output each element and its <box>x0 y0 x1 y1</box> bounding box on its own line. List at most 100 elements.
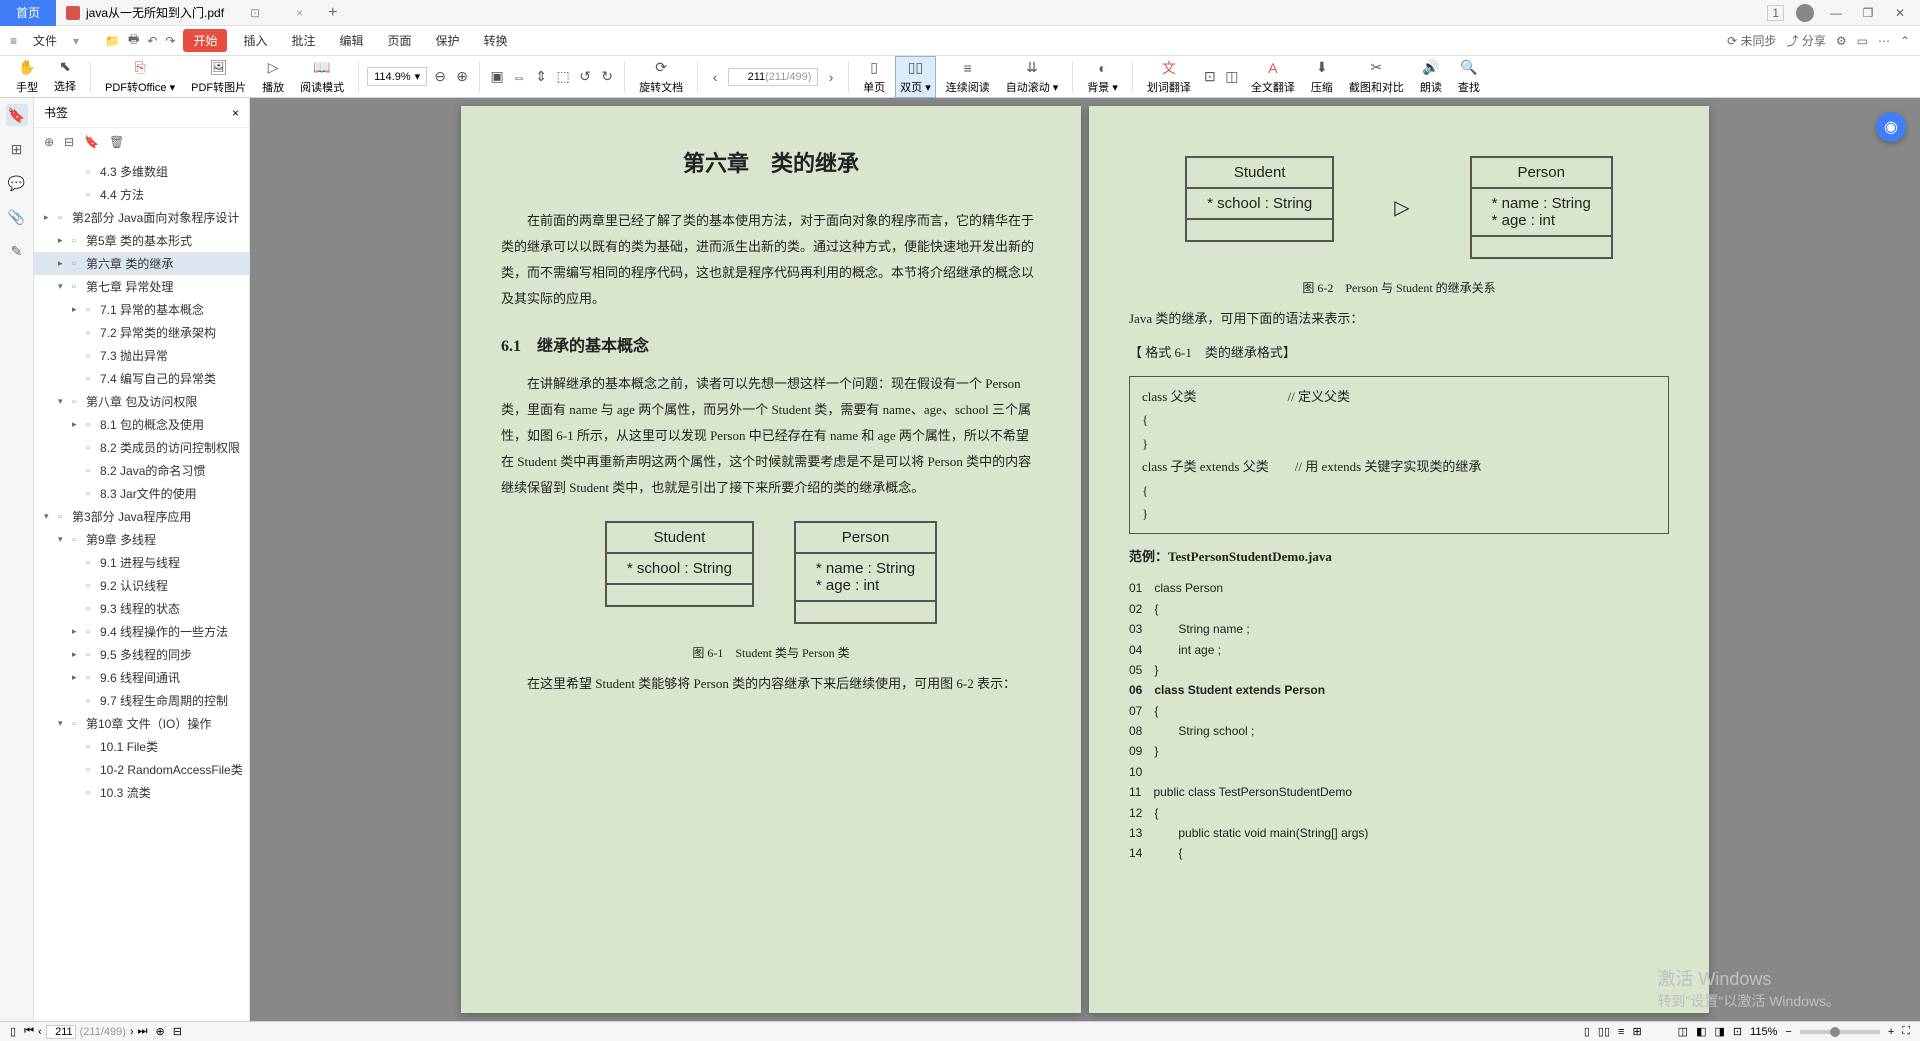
window-icon[interactable]: ▭ <box>1857 34 1868 48</box>
edit-tab[interactable]: 编辑 <box>332 29 372 52</box>
bookmark-item[interactable]: ▸▫9.6 线程间通讯 <box>34 666 249 689</box>
ocr-icon[interactable]: ◫ <box>1223 68 1241 86</box>
bookmark-item[interactable]: ▸▫第5章 类的基本形式 <box>34 229 249 252</box>
user-avatar[interactable] <box>1796 4 1814 22</box>
bookmark-item[interactable]: ▾▫第3部分 Java程序应用 <box>34 505 249 528</box>
document-tab[interactable]: java从一无所知到入门.pdf ⊡ × <box>56 4 313 21</box>
page-tab[interactable]: 页面 <box>380 29 420 52</box>
status-page-input[interactable] <box>46 1025 76 1039</box>
find-button[interactable]: 🔍 查找 <box>1452 59 1486 95</box>
bookmark-item[interactable]: ▸▫9.4 线程操作的一些方法 <box>34 620 249 643</box>
close-panel-icon[interactable]: × <box>232 106 239 120</box>
minimize-button[interactable]: — <box>1826 6 1846 20</box>
convert-tab[interactable]: 转换 <box>476 29 516 52</box>
bookmark-item[interactable]: ▸▫7.1 异常的基本概念 <box>34 298 249 321</box>
review-tab[interactable]: 批注 <box>284 29 324 52</box>
comment-icon[interactable]: 💬 <box>6 172 28 194</box>
bookmark-item[interactable]: ▫8.3 Jar文件的使用 <box>34 482 249 505</box>
status-zoom-value[interactable]: 115% <box>1750 1026 1777 1038</box>
bookmark-item[interactable]: ▫10.1 File类 <box>34 735 249 758</box>
bookmark-item[interactable]: ▸▫9.5 多线程的同步 <box>34 643 249 666</box>
status-view-icon[interactable]: ▯ <box>10 1025 16 1038</box>
dropdown-icon[interactable]: ▾ <box>73 34 79 48</box>
read-aloud-button[interactable]: 🔊 朗读 <box>1414 59 1448 95</box>
status-remove-icon[interactable]: ⊟ <box>173 1025 182 1038</box>
zoom-in-button[interactable]: + <box>1888 1026 1894 1038</box>
bookmark-tree[interactable]: ▫4.3 多维数组▫4.4 方法▸▫第2部分 Java面向对象程序设计▸▫第5章… <box>34 156 249 1021</box>
screenshot-button[interactable]: ✂ 截图和对比 <box>1343 59 1410 95</box>
continuous-button[interactable]: ≡ 连续阅读 <box>940 59 996 95</box>
single-page-button[interactable]: ▯ 单页 <box>857 59 891 95</box>
double-page-button[interactable]: ▯▯ 双页 ▾ <box>895 56 936 98</box>
protect-tab[interactable]: 保护 <box>428 29 468 52</box>
auto-scroll-button[interactable]: ⇊ 自动滚动 ▾ <box>1000 59 1065 95</box>
bookmark-icon[interactable]: 🔖 <box>6 104 28 126</box>
menu-icon[interactable]: ≡ <box>10 34 17 48</box>
insert-tab[interactable]: 插入 <box>235 29 275 52</box>
bookmark-item[interactable]: ▾▫第七章 异常处理 <box>34 275 249 298</box>
bookmark-item[interactable]: ▸▫8.1 包的概念及使用 <box>34 413 249 436</box>
notification-badge[interactable]: 1 <box>1767 5 1784 21</box>
layout-4-icon[interactable]: ⊡ <box>1733 1025 1742 1038</box>
file-menu[interactable]: 文件 <box>25 29 65 52</box>
pdf-to-office-button[interactable]: ⎘ PDF转Office ▾ <box>99 59 181 95</box>
maximize-button[interactable]: ❐ <box>1858 6 1878 20</box>
layout-2-icon[interactable]: ◧ <box>1696 1025 1706 1038</box>
select-tool[interactable]: ⬉ 选择 <box>48 58 82 94</box>
delete-bookmark-icon[interactable]: 🗑 <box>109 135 124 149</box>
next-page-button[interactable]: › <box>822 68 840 86</box>
layout-3-icon[interactable]: ◨ <box>1714 1025 1724 1038</box>
status-add-icon[interactable]: ⊕ <box>156 1025 165 1038</box>
rotate-left-icon[interactable]: ↺ <box>576 68 594 86</box>
tab-pin-icon[interactable]: ⊡ <box>250 6 260 20</box>
bookmark-item[interactable]: ▫9.3 线程的状态 <box>34 597 249 620</box>
bookmark-item[interactable]: ▫7.4 编写自己的异常类 <box>34 367 249 390</box>
full-translate-button[interactable]: A 全文翻译 <box>1245 59 1301 95</box>
close-tab-icon[interactable]: × <box>296 6 303 20</box>
read-mode-button[interactable]: 📖 阅读模式 <box>294 59 350 95</box>
open-icon[interactable]: 📁 <box>105 34 120 48</box>
zoom-out-button[interactable]: − <box>1785 1026 1791 1038</box>
last-page-button[interactable]: ⏭ <box>138 1025 148 1038</box>
bookmark-item[interactable]: ▫9.2 认识线程 <box>34 574 249 597</box>
bookmark-item[interactable]: ▫10.3 流类 <box>34 781 249 804</box>
bookmark-item[interactable]: ▫9.1 进程与线程 <box>34 551 249 574</box>
print-icon[interactable]: 🖶 <box>128 30 139 51</box>
fit-width-icon[interactable]: ⇔ <box>510 68 528 86</box>
page-input[interactable]: (211/499) <box>728 68 818 86</box>
close-window-button[interactable]: ✕ <box>1890 6 1910 20</box>
bookmark-item[interactable]: ▾▫第10章 文件（IO）操作 <box>34 712 249 735</box>
bookmark-item[interactable]: ▾▫第八章 包及访问权限 <box>34 390 249 413</box>
fit-page-icon[interactable]: ▣ <box>488 68 506 86</box>
zoom-out-icon[interactable]: ⊖ <box>431 68 449 86</box>
bookmark-item[interactable]: ▫4.4 方法 <box>34 183 249 206</box>
compress-button[interactable]: ⬇ 压缩 <box>1305 59 1339 95</box>
bookmark-tool-icon[interactable]: 🔖 <box>84 135 99 149</box>
prev-page-button[interactable]: ‹ <box>38 1026 42 1038</box>
bookmark-item[interactable]: ▫4.3 多维数组 <box>34 160 249 183</box>
zoom-in-icon[interactable]: ⊕ <box>453 68 471 86</box>
share-button[interactable]: ⤴ 分享 <box>1786 32 1825 49</box>
background-button[interactable]: ◐ 背景 ▾ <box>1081 59 1124 95</box>
bookmark-item[interactable]: ▫9.7 线程生命周期的控制 <box>34 689 249 712</box>
settings-icon[interactable]: ⚙ <box>1836 34 1847 48</box>
zoom-input[interactable]: 114.9% ▾ <box>367 67 427 86</box>
add-bookmark-icon[interactable]: ⊕ <box>44 135 54 149</box>
float-action-button[interactable]: ◉ <box>1876 112 1906 142</box>
fit-height-icon[interactable]: ⇕ <box>532 68 550 86</box>
start-tab[interactable]: 开始 <box>183 29 227 52</box>
bookmark-item[interactable]: ▫10-2 RandomAccessFile类 <box>34 758 249 781</box>
rotate-doc-button[interactable]: ⟳ 旋转文档 <box>633 59 689 95</box>
view-mode-4-icon[interactable]: ⊞ <box>1632 1025 1641 1038</box>
prev-page-button[interactable]: ‹ <box>706 68 724 86</box>
undo-icon[interactable]: ↶ <box>147 34 157 48</box>
fullscreen-icon[interactable]: ⛶ <box>1902 1025 1910 1038</box>
bookmark-item[interactable]: ▸▫第2部分 Java面向对象程序设计 <box>34 206 249 229</box>
extract-text-icon[interactable]: ⊡ <box>1201 68 1219 86</box>
collapse-icon[interactable]: ⌃ <box>1900 34 1910 48</box>
rotate-right-icon[interactable]: ↻ <box>598 68 616 86</box>
document-viewport[interactable]: 第六章 类的继承 在前面的两章里已经了解了类的基本使用方法，对于面向对象的程序而… <box>250 98 1920 1021</box>
pdf-to-image-button[interactable]: 🖼 PDF转图片 <box>185 59 252 95</box>
hand-tool[interactable]: ✋ 手型 <box>10 59 44 95</box>
bookmark-item[interactable]: ▫8.2 类成员的访问控制权限 <box>34 436 249 459</box>
